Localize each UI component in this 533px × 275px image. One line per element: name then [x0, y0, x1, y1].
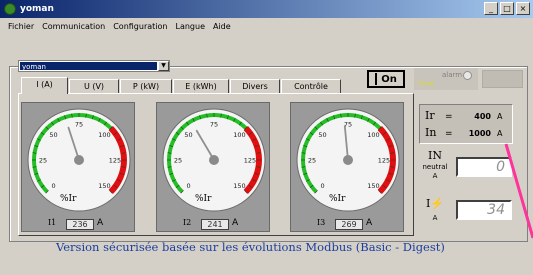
- neutral-unit: A: [432, 172, 438, 180]
- rating-ir-row: Ir = 400 A: [425, 109, 511, 122]
- status-box: [482, 70, 523, 88]
- gauge-dial-i1: 0 25 50 75 100 125 150: [27, 108, 131, 212]
- gauge-panel-i2: 0 25 50 75 100 125 150 %Ir I2 241 A: [156, 102, 270, 232]
- app-icon: [4, 3, 16, 15]
- menu-langue[interactable]: Langue: [175, 22, 205, 31]
- gauge-tick-label: 0: [186, 182, 190, 190]
- on-button[interactable]: On: [367, 70, 405, 88]
- rating-in-unit: A: [497, 129, 503, 138]
- gauge-tick-label: 150: [367, 182, 379, 190]
- rating-in-row: In = 1000 A: [425, 126, 511, 139]
- gauge-i1-name: I1: [48, 218, 57, 227]
- neutral-sublabel: neutral: [422, 163, 448, 171]
- neutral-name: IN: [428, 149, 442, 162]
- gauge-hub: [74, 155, 84, 165]
- earth-unit: A: [432, 214, 438, 222]
- gauge-i2-value: 241: [201, 219, 229, 230]
- gauge-i3-value: 269: [335, 219, 363, 230]
- gauge-tick-label: 25: [39, 157, 47, 165]
- gauge-tick-label: 50: [49, 131, 57, 139]
- chevron-down-icon[interactable]: ▼: [158, 61, 169, 71]
- gauge-i1-unit: A: [97, 218, 104, 228]
- alarm-label: alarm: [442, 71, 463, 79]
- neutral-current-box: IN neutral A 0: [418, 147, 518, 189]
- gauge-i3-unit: A: [366, 218, 373, 228]
- device-select-value: yoman: [20, 62, 157, 71]
- rating-in-name: In: [425, 126, 437, 139]
- gauge-hub: [343, 155, 353, 165]
- title-bar: yoman _ □ ×: [0, 0, 533, 18]
- gauge-panel-i1: 0 25 50 75 100 125 150 %Ir I1 236 A: [21, 102, 135, 232]
- rating-ir-eq: =: [445, 112, 453, 122]
- gauge-tick-label: 100: [233, 131, 245, 139]
- gauge-dial-i2: 0 25 50 75 100 125 150: [162, 108, 266, 212]
- power-bar-icon: [375, 73, 378, 85]
- neutral-value: 0: [456, 157, 512, 177]
- gauge-tick-label: 0: [320, 182, 324, 190]
- gauge-i3-unit-label: %Ir: [329, 194, 346, 204]
- gauge-dial-i3: 0255075100125150: [296, 108, 400, 212]
- gauge-i3-name: I3: [317, 218, 326, 227]
- main-window: yoman _ □ × Fichier Communication Config…: [0, 0, 533, 275]
- tab-energy[interactable]: E (kWh): [173, 79, 229, 94]
- rating-in-eq: =: [445, 129, 453, 139]
- tab-divers[interactable]: Divers: [230, 79, 280, 94]
- maximize-button[interactable]: □: [500, 2, 514, 15]
- gauge-i2-name: I2: [183, 218, 192, 227]
- rating-ir-name: Ir: [425, 109, 435, 122]
- gauge-tick-label: 0: [51, 182, 55, 190]
- window-title: yoman: [20, 4, 54, 14]
- alarm-led-icon: [463, 71, 472, 80]
- gauge-i1-value: 236: [66, 219, 94, 230]
- menu-configuration[interactable]: Configuration: [113, 22, 167, 31]
- earth-name: I⚡: [425, 197, 445, 210]
- tab-strip: I (A) U (V) P (kW) E (kWh) Divers Contrô…: [21, 77, 342, 94]
- gauge-hub: [209, 155, 219, 165]
- gauge-tick-label: 50: [184, 131, 192, 139]
- gauge-tick-label: 125: [244, 157, 256, 165]
- gauge-tick-label: 125: [109, 157, 121, 165]
- menu-bar: Fichier Communication Configuration Lang…: [0, 19, 533, 33]
- close-button[interactable]: ×: [516, 2, 530, 15]
- gauge-tick-label: 75: [75, 121, 83, 129]
- gauge-i2-unit-label: %Ir: [195, 194, 212, 204]
- earth-current-box: I⚡ A 34: [418, 192, 518, 232]
- gauge-tick-label: 75: [210, 121, 218, 129]
- minimize-button[interactable]: _: [484, 2, 498, 15]
- ratings-box: Ir = 400 A In = 1000 A: [419, 104, 513, 144]
- tab-power[interactable]: P (kW): [120, 79, 172, 94]
- gauge-tick-label: 25: [308, 157, 316, 165]
- rating-in-value: 1000: [468, 129, 491, 138]
- menu-fichier[interactable]: Fichier: [8, 22, 34, 31]
- vmax-label: V max: [418, 81, 434, 87]
- gauge-i1-unit-label: %Ir: [60, 194, 77, 204]
- gauge-tick-label: 150: [233, 182, 245, 190]
- menu-communication[interactable]: Communication: [42, 22, 105, 31]
- gauge-tick-label: 25: [174, 157, 182, 165]
- earth-value: 34: [456, 200, 512, 220]
- gauge-tick-label: 125: [378, 157, 390, 165]
- gauge-tick-label: 150: [98, 182, 110, 190]
- rating-ir-unit: A: [497, 112, 503, 121]
- alarm-box: alarm V max: [414, 68, 478, 90]
- on-button-label: On: [381, 73, 397, 85]
- rating-ir-value: 400: [474, 112, 491, 121]
- gauge-tick-label: 100: [367, 131, 379, 139]
- tab-voltage[interactable]: U (V): [69, 79, 119, 94]
- gauge-i2-unit: A: [232, 218, 239, 228]
- version-footer: Version sécurisée basée sur les évolutio…: [56, 240, 445, 254]
- menu-aide[interactable]: Aide: [213, 22, 231, 31]
- gauge-tick-label: 50: [318, 131, 326, 139]
- tab-current[interactable]: I (A): [21, 77, 68, 94]
- tab-controle[interactable]: Contrôle: [281, 79, 341, 94]
- gauge-tick-label: 100: [98, 131, 110, 139]
- gauge-panel-i3: 0 25 50 75 100 125 150 %Ir I3 269 A: [290, 102, 404, 232]
- device-select[interactable]: yoman ▼: [18, 60, 170, 72]
